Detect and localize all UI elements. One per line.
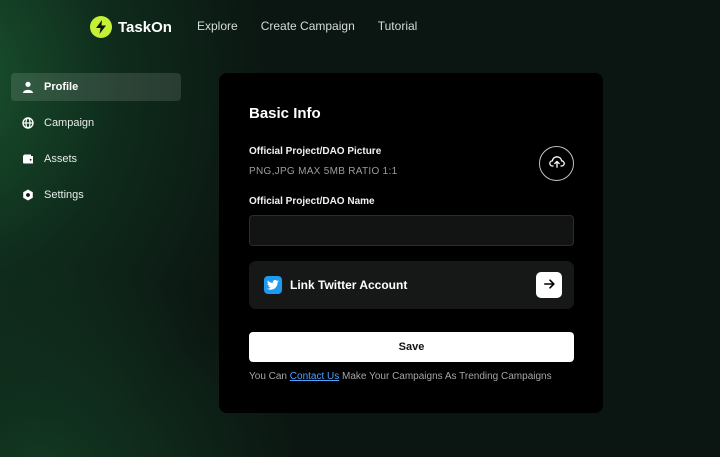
sidebar-item-label: Assets xyxy=(44,153,78,165)
user-icon xyxy=(21,80,35,94)
nav-tutorial[interactable]: Tutorial xyxy=(378,19,418,33)
picture-hint: PNG,JPG MAX 5MB RATIO 1:1 xyxy=(249,166,398,177)
link-twitter-card[interactable]: Link Twitter Account xyxy=(249,261,574,309)
sidebar: Profile Campaign Assets Settings xyxy=(11,73,181,217)
twitter-icon xyxy=(264,276,282,294)
brand-name: TaskOn xyxy=(118,18,172,36)
save-button[interactable]: Save xyxy=(249,332,574,362)
sidebar-item-profile[interactable]: Profile xyxy=(11,73,181,101)
contact-us-link[interactable]: Contact Us xyxy=(290,371,339,382)
sidebar-item-assets[interactable]: Assets xyxy=(11,145,181,173)
link-twitter-label: Link Twitter Account xyxy=(290,278,408,292)
nav-explore[interactable]: Explore xyxy=(197,19,238,33)
project-name-input[interactable] xyxy=(249,215,574,246)
taskon-logo[interactable]: TaskOn xyxy=(90,16,172,38)
footer-note: You Can Contact Us Make Your Campaigns A… xyxy=(249,371,552,382)
basic-info-panel: Basic Info Official Project/DAO Picture … xyxy=(219,73,603,413)
wallet-icon xyxy=(21,152,35,166)
cloud-upload-icon xyxy=(548,155,565,173)
sidebar-item-campaign[interactable]: Campaign xyxy=(11,109,181,137)
globe-icon xyxy=(21,116,35,130)
gear-icon xyxy=(21,188,35,202)
sidebar-item-label: Settings xyxy=(44,189,84,201)
name-label: Official Project/DAO Name xyxy=(249,196,375,207)
upload-picture-button[interactable] xyxy=(539,146,574,181)
panel-title: Basic Info xyxy=(249,105,321,122)
link-twitter-button[interactable] xyxy=(536,272,562,298)
sidebar-item-label: Campaign xyxy=(44,117,95,129)
lightning-bolt-icon xyxy=(90,16,112,38)
footer-prefix: You Can xyxy=(249,371,290,382)
footer-suffix: Make Your Campaigns As Trending Campaign… xyxy=(339,371,552,382)
top-nav: Explore Create Campaign Tutorial xyxy=(197,19,417,33)
picture-label: Official Project/DAO Picture xyxy=(249,146,382,157)
sidebar-item-label: Profile xyxy=(44,81,79,93)
arrow-right-icon xyxy=(543,276,555,294)
sidebar-item-settings[interactable]: Settings xyxy=(11,181,181,209)
nav-create-campaign[interactable]: Create Campaign xyxy=(261,19,355,33)
